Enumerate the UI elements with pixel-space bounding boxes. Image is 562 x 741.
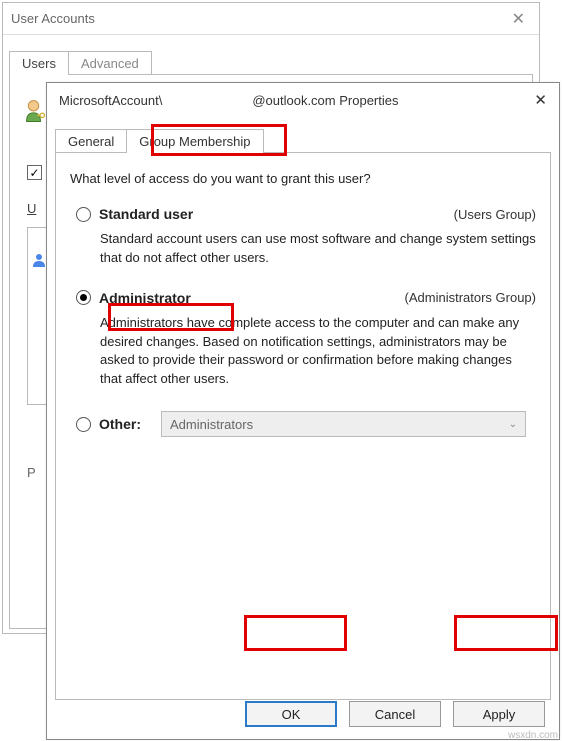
back-close-button[interactable]: ✕ [506, 9, 531, 29]
cancel-button[interactable]: Cancel [349, 701, 441, 727]
front-titlebar: MicrosoftAccount\ @outlook.com Propertie… [47, 83, 559, 117]
front-tab-panel: What level of access do you want to gran… [55, 152, 551, 700]
standard-desc: Standard account users can use most soft… [100, 230, 536, 268]
back-p-label: P [27, 465, 36, 480]
tab-group-membership[interactable]: Group Membership [126, 129, 263, 153]
radio-admin[interactable] [76, 290, 91, 305]
standard-group-label: (Users Group) [454, 207, 536, 222]
back-checkbox[interactable]: ✓ [27, 165, 42, 180]
ok-button[interactable]: OK [245, 701, 337, 727]
other-group-select[interactable]: Administrators ⌄ [161, 411, 526, 437]
chevron-down-icon: ⌄ [509, 419, 517, 430]
checkmark-icon: ✓ [29, 166, 39, 180]
back-u-label: U [27, 201, 36, 216]
back-window-title: User Accounts [11, 11, 506, 26]
other-label: Other: [99, 416, 161, 432]
tab-advanced[interactable]: Advanced [68, 51, 152, 75]
front-tabstrip: General Group Membership [55, 129, 559, 153]
option-administrator[interactable]: Administrator (Administrators Group) Adm… [70, 290, 536, 389]
tab-general[interactable]: General [55, 129, 127, 153]
front-close-button[interactable]: ✕ [534, 91, 547, 109]
back-tabstrip: Users Advanced [9, 51, 539, 75]
admin-label: Administrator [99, 290, 191, 306]
access-question: What level of access do you want to gran… [70, 171, 536, 186]
user-icon [31, 252, 47, 268]
admin-group-label: (Administrators Group) [405, 290, 536, 305]
admin-desc: Administrators have complete access to t… [100, 314, 536, 389]
properties-dialog: MicrosoftAccount\ @outlook.com Propertie… [46, 82, 560, 740]
radio-standard[interactable] [76, 207, 91, 222]
option-standard-user[interactable]: Standard user (Users Group) Standard acc… [70, 206, 536, 268]
title-properties-suffix: @outlook.com Properties [252, 93, 398, 108]
tab-users[interactable]: Users [9, 51, 69, 75]
attribution-text: wsxdn.com [508, 730, 558, 741]
dialog-button-row: OK Cancel Apply [245, 701, 545, 727]
apply-button[interactable]: Apply [453, 701, 545, 727]
radio-other[interactable] [76, 417, 91, 432]
other-select-value: Administrators [170, 417, 253, 432]
option-other[interactable]: Other: Administrators ⌄ [70, 411, 536, 437]
title-account-prefix: MicrosoftAccount\ [59, 93, 162, 108]
back-titlebar: User Accounts ✕ [3, 3, 539, 35]
standard-user-label: Standard user [99, 206, 193, 222]
